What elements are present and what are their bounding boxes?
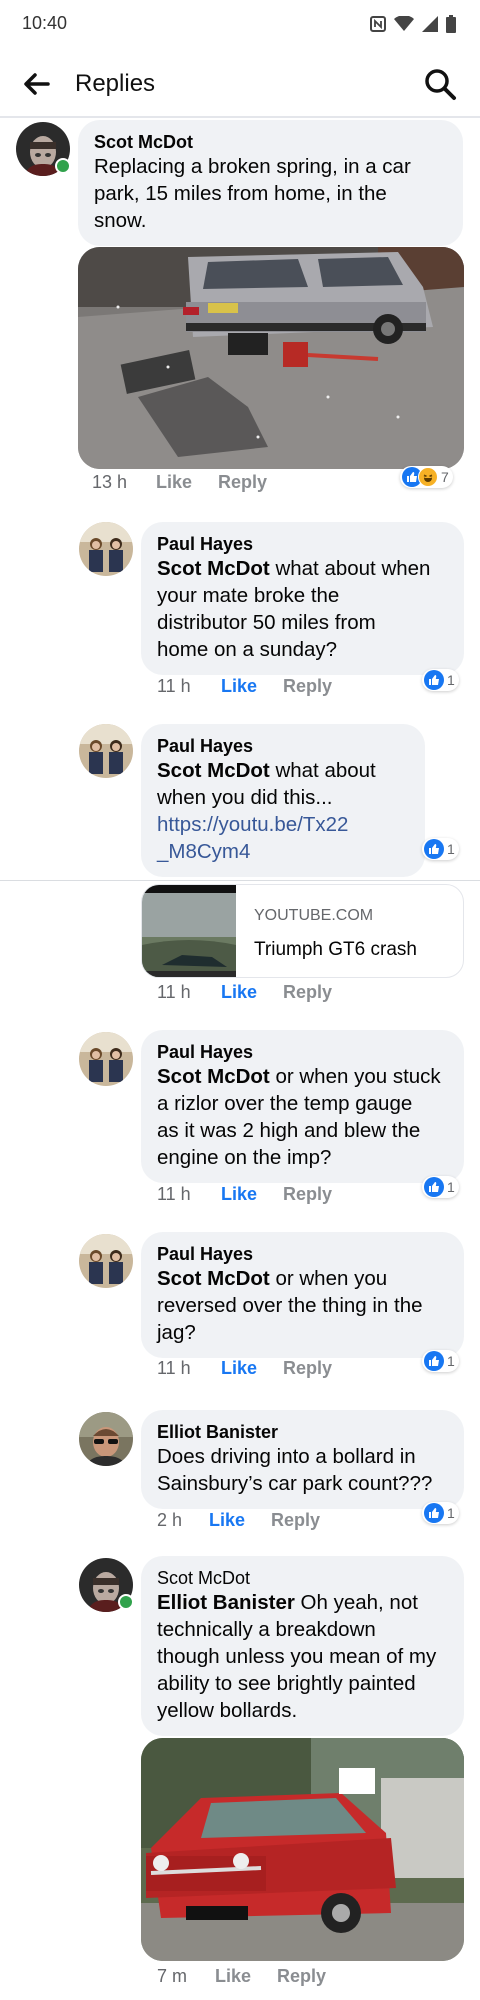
mention-link[interactable]: Scot McDot bbox=[157, 557, 270, 580]
like-button[interactable]: Like bbox=[221, 676, 283, 697]
avatar[interactable] bbox=[79, 724, 133, 778]
comment-author[interactable]: Scot McDot bbox=[157, 1567, 448, 1589]
comment-bubble[interactable]: Scot McDot Elliot Banister Oh yeah, not t… bbox=[141, 1556, 464, 1736]
url-link[interactable]: https://youtu.be/Tx22 bbox=[157, 813, 348, 836]
link-preview-thumbnail bbox=[142, 885, 236, 977]
thumbs-up-icon bbox=[424, 1503, 444, 1523]
reaction-count: 1 bbox=[447, 1179, 455, 1195]
mention-link[interactable]: Scot McDot bbox=[157, 1267, 270, 1290]
reaction-count: 1 bbox=[447, 841, 455, 857]
reaction-summary[interactable]: 7 bbox=[400, 466, 453, 488]
comment-bubble[interactable]: Paul Hayes Scot McDot what about when you… bbox=[141, 522, 464, 675]
reaction-summary[interactable]: 1 bbox=[422, 669, 459, 691]
like-button[interactable]: Like bbox=[215, 1966, 277, 1987]
link-preview-card[interactable]: YOUTUBE.COM Triumph GT6 crash bbox=[141, 884, 464, 978]
url-link-continued[interactable]: _M8Cym4 bbox=[157, 840, 250, 863]
search-icon[interactable] bbox=[422, 66, 458, 102]
comment-author[interactable]: Paul Hayes bbox=[157, 1243, 448, 1265]
avatar[interactable] bbox=[79, 1234, 133, 1288]
comment-timestamp: 11 h bbox=[157, 982, 191, 1002]
comment-bubble[interactable]: Paul Hayes Scot McDot or when you reverse… bbox=[141, 1232, 464, 1358]
mention-link[interactable]: Scot McDot bbox=[157, 1065, 270, 1088]
reaction-count: 1 bbox=[447, 1353, 455, 1369]
comment-text: Scot McDot what about when your mate brok… bbox=[157, 557, 431, 661]
link-preview-title: Triumph GT6 crash bbox=[254, 939, 417, 960]
reply-button[interactable]: Reply bbox=[283, 982, 332, 1003]
comment-author[interactable]: Paul Hayes bbox=[157, 1041, 448, 1063]
comment-photo[interactable] bbox=[78, 247, 464, 469]
comment-actions: 11 h Like Reply bbox=[157, 982, 332, 1003]
comment-bubble[interactable]: Scot McDot Replacing a broken spring, in… bbox=[78, 120, 463, 246]
reaction-summary[interactable]: 1 bbox=[422, 1176, 459, 1198]
comment-bubble[interactable]: Paul Hayes Scot McDot what about when you… bbox=[141, 724, 425, 877]
reaction-summary[interactable]: 1 bbox=[422, 1350, 459, 1372]
comment-text: Does driving into a bollard in Sainsbury’… bbox=[157, 1445, 433, 1495]
online-status-dot bbox=[118, 1594, 134, 1610]
comment-author[interactable]: Paul Hayes bbox=[157, 735, 409, 757]
comment-timestamp: 11 h bbox=[157, 1184, 191, 1204]
online-status-dot bbox=[55, 158, 71, 174]
comment-actions: 2 h Like Reply bbox=[157, 1510, 320, 1531]
nfc-icon bbox=[370, 16, 386, 32]
reply-button[interactable]: Reply bbox=[283, 1184, 332, 1205]
comment-text: Scot McDot what about when you did this..… bbox=[157, 759, 376, 863]
app-bar: Replies bbox=[0, 50, 480, 118]
like-button[interactable]: Like bbox=[221, 1358, 283, 1379]
link-preview-domain: YOUTUBE.COM bbox=[254, 907, 374, 924]
avatar[interactable] bbox=[79, 1412, 133, 1466]
comment-timestamp: 11 h bbox=[157, 1358, 191, 1378]
like-button[interactable]: Like bbox=[221, 982, 283, 1003]
comment-timestamp: 13 h bbox=[92, 472, 128, 492]
reply-button[interactable]: Reply bbox=[283, 1358, 332, 1379]
reaction-summary[interactable]: 1 bbox=[422, 1502, 459, 1524]
reply-button[interactable]: Reply bbox=[277, 1966, 326, 1987]
laughing-face-icon bbox=[418, 467, 438, 487]
thumbs-up-icon bbox=[424, 839, 444, 859]
reaction-count: 1 bbox=[447, 1505, 455, 1521]
reaction-count: 7 bbox=[441, 469, 449, 485]
reply-button[interactable]: Reply bbox=[283, 676, 332, 697]
thumbs-up-icon bbox=[424, 1351, 444, 1371]
comment-actions: 11 h Like Reply bbox=[157, 1358, 332, 1379]
status-icons bbox=[370, 15, 456, 33]
avatar[interactable] bbox=[79, 1032, 133, 1086]
wifi-icon bbox=[394, 16, 414, 31]
mention-link[interactable]: Scot McDot bbox=[157, 759, 270, 782]
like-button[interactable]: Like bbox=[221, 1184, 283, 1205]
comment-text: Scot McDot or when you reversed over the … bbox=[157, 1267, 423, 1344]
mention-link[interactable]: Elliot Banister bbox=[157, 1591, 295, 1614]
like-button[interactable]: Like bbox=[209, 1510, 271, 1531]
comment-bubble[interactable]: Elliot Banister Does driving into a boll… bbox=[141, 1410, 464, 1509]
reply-button[interactable]: Reply bbox=[271, 1510, 320, 1531]
avatar[interactable] bbox=[79, 522, 133, 576]
signal-icon bbox=[422, 16, 438, 32]
comment-author[interactable]: Paul Hayes bbox=[157, 533, 448, 555]
comment-actions: 7 m Like Reply bbox=[157, 1966, 326, 1987]
comment-author[interactable]: Elliot Banister bbox=[157, 1421, 448, 1443]
divider bbox=[0, 880, 480, 881]
like-button[interactable]: Like bbox=[156, 472, 218, 493]
comment-bubble[interactable]: Paul Hayes Scot McDot or when you stuck a… bbox=[141, 1030, 464, 1183]
comment-timestamp: 7 m bbox=[157, 1966, 188, 1986]
comment-text: Elliot Banister Oh yeah, not technically … bbox=[157, 1591, 437, 1722]
status-time: 10:40 bbox=[22, 13, 68, 33]
comment-author[interactable]: Scot McDot bbox=[94, 131, 447, 153]
comment-text: Scot McDot or when you stuck a rizlor ove… bbox=[157, 1065, 441, 1169]
reply-button[interactable]: Reply bbox=[218, 472, 267, 493]
status-bar: 10:40 bbox=[0, 0, 480, 50]
page-title: Replies bbox=[75, 70, 156, 97]
comment-actions: 13 h Like Reply bbox=[92, 472, 267, 493]
comment-text: Replacing a broken spring, in a car park,… bbox=[94, 155, 411, 232]
comment-photo[interactable] bbox=[141, 1738, 464, 1961]
thumbs-up-icon bbox=[424, 670, 444, 690]
reaction-summary[interactable]: 1 bbox=[422, 838, 459, 860]
reaction-count: 1 bbox=[447, 672, 455, 688]
comment-actions: 11 h Like Reply bbox=[157, 1184, 332, 1205]
comment-actions: 11 h Like Reply bbox=[157, 676, 332, 697]
comment-timestamp: 2 h bbox=[157, 1510, 183, 1530]
thumbs-up-icon bbox=[424, 1177, 444, 1197]
comment-timestamp: 11 h bbox=[157, 676, 191, 696]
battery-icon bbox=[446, 15, 456, 33]
arrow-left-icon[interactable] bbox=[20, 68, 52, 100]
